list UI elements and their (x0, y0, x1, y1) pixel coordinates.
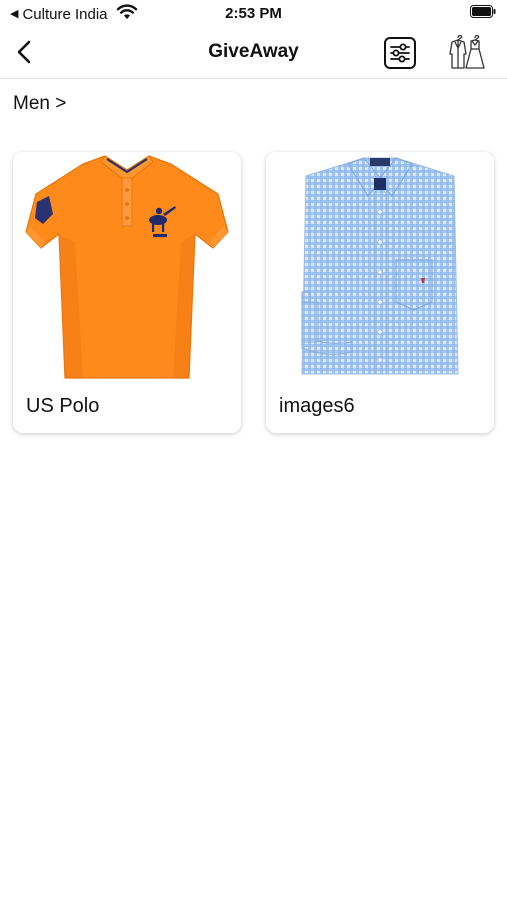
battery-icon (470, 5, 496, 18)
product-card[interactable]: US Polo (13, 152, 241, 433)
product-name: US Polo (26, 395, 100, 417)
breadcrumb-men[interactable]: Men > (13, 93, 66, 115)
orange-polo-shirt-image (13, 152, 241, 384)
filter-button[interactable] (383, 36, 417, 70)
clothes-icon (449, 34, 485, 69)
page-title: GiveAway (208, 41, 299, 62)
blue-checked-shirt-image (266, 152, 494, 384)
sliders-icon (384, 37, 416, 69)
status-time: 2:53 PM (225, 5, 282, 22)
chevron-left-icon (17, 40, 31, 64)
wardrobe-button[interactable] (448, 34, 486, 70)
product-card[interactable]: images6 (266, 152, 494, 433)
back-button[interactable] (10, 38, 38, 66)
navigation-bar: GiveAway (0, 28, 507, 79)
product-name: images6 (279, 395, 355, 417)
status-bar: ◀ Culture India 2:53 PM (0, 0, 507, 28)
